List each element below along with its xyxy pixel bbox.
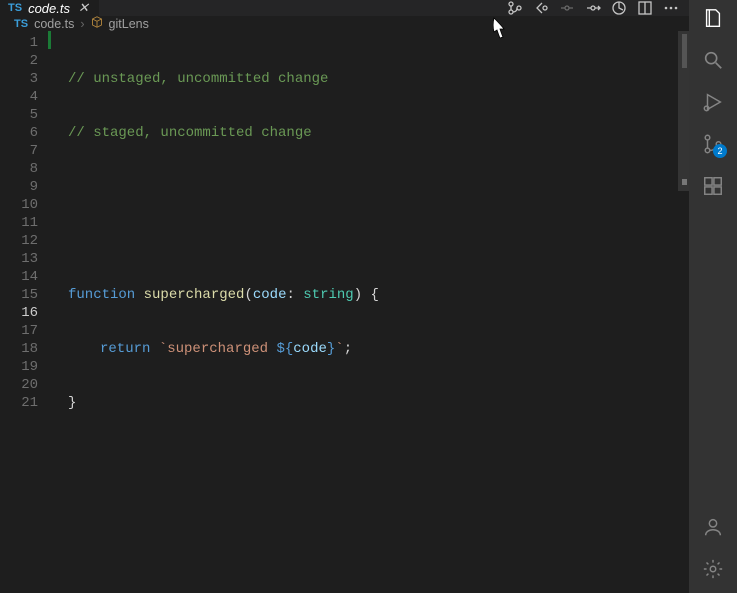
line-number: 2 [0, 52, 38, 70]
editor-actions [507, 0, 689, 16]
settings-gear-icon[interactable] [701, 557, 725, 581]
line-number-gutter: 123456789101112131415161718192021 [0, 31, 52, 593]
line-number: 7 [0, 142, 38, 160]
code-area[interactable]: // unstaged, uncommitted change // stage… [52, 31, 689, 593]
revision-nav-icon[interactable] [533, 0, 549, 16]
line-number: 15 [0, 286, 38, 304]
line-number: 6 [0, 124, 38, 142]
line-number: 14 [0, 268, 38, 286]
explorer-icon[interactable] [701, 6, 725, 30]
breadcrumb-symbol[interactable]: gitLens [109, 17, 149, 31]
overview-ruler[interactable] [675, 31, 689, 593]
line-number: 11 [0, 214, 38, 232]
line-number: 8 [0, 160, 38, 178]
line-number: 1 [0, 34, 38, 52]
breadcrumb[interactable]: TS code.ts › gitLens [0, 16, 689, 31]
editor[interactable]: 123456789101112131415161718192021 // uns… [0, 31, 689, 593]
line-number: 12 [0, 232, 38, 250]
tab-filename: code.ts [28, 1, 70, 16]
breadcrumb-file[interactable]: code.ts [34, 17, 74, 31]
extensions-icon[interactable] [701, 174, 725, 198]
editor-column: TS code.ts ✕ [0, 0, 689, 593]
lang-badge: TS [8, 2, 22, 14]
line-number: 20 [0, 376, 38, 394]
chevron-right-icon: › [80, 17, 84, 31]
git-gutter-indicator [48, 31, 51, 49]
prev-commit-icon[interactable] [559, 0, 575, 16]
code-text: // staged, uncommitted change [68, 125, 312, 141]
line-number: 21 [0, 394, 38, 412]
next-commit-icon[interactable] [585, 0, 601, 16]
symbol-icon [91, 16, 103, 31]
overview-mark [682, 179, 687, 185]
lang-badge: TS [14, 18, 28, 30]
search-icon[interactable] [701, 48, 725, 72]
accounts-icon[interactable] [701, 515, 725, 539]
line-number: 3 [0, 70, 38, 88]
activity-bar: 2 [689, 0, 737, 593]
line-number: 5 [0, 106, 38, 124]
line-number: 17 [0, 322, 38, 340]
overview-mark [682, 34, 687, 68]
close-icon[interactable]: ✕ [76, 0, 91, 16]
code-text: // unstaged, uncommitted change [68, 71, 328, 87]
line-number: 10 [0, 196, 38, 214]
line-number: 19 [0, 358, 38, 376]
line-number: 9 [0, 178, 38, 196]
line-number: 18 [0, 340, 38, 358]
scm-badge: 2 [713, 144, 727, 158]
tab-bar: TS code.ts ✕ [0, 0, 689, 16]
run-debug-icon[interactable] [701, 90, 725, 114]
line-number: 13 [0, 250, 38, 268]
git-changes-icon[interactable] [507, 0, 523, 16]
toggle-blame-icon[interactable] [611, 0, 627, 16]
line-number: 4 [0, 88, 38, 106]
source-control-icon[interactable]: 2 [701, 132, 725, 156]
tab-code-ts[interactable]: TS code.ts ✕ [0, 0, 100, 16]
line-number: 16 [0, 304, 38, 322]
split-editor-icon[interactable] [637, 0, 653, 16]
more-actions-icon[interactable] [663, 0, 679, 16]
